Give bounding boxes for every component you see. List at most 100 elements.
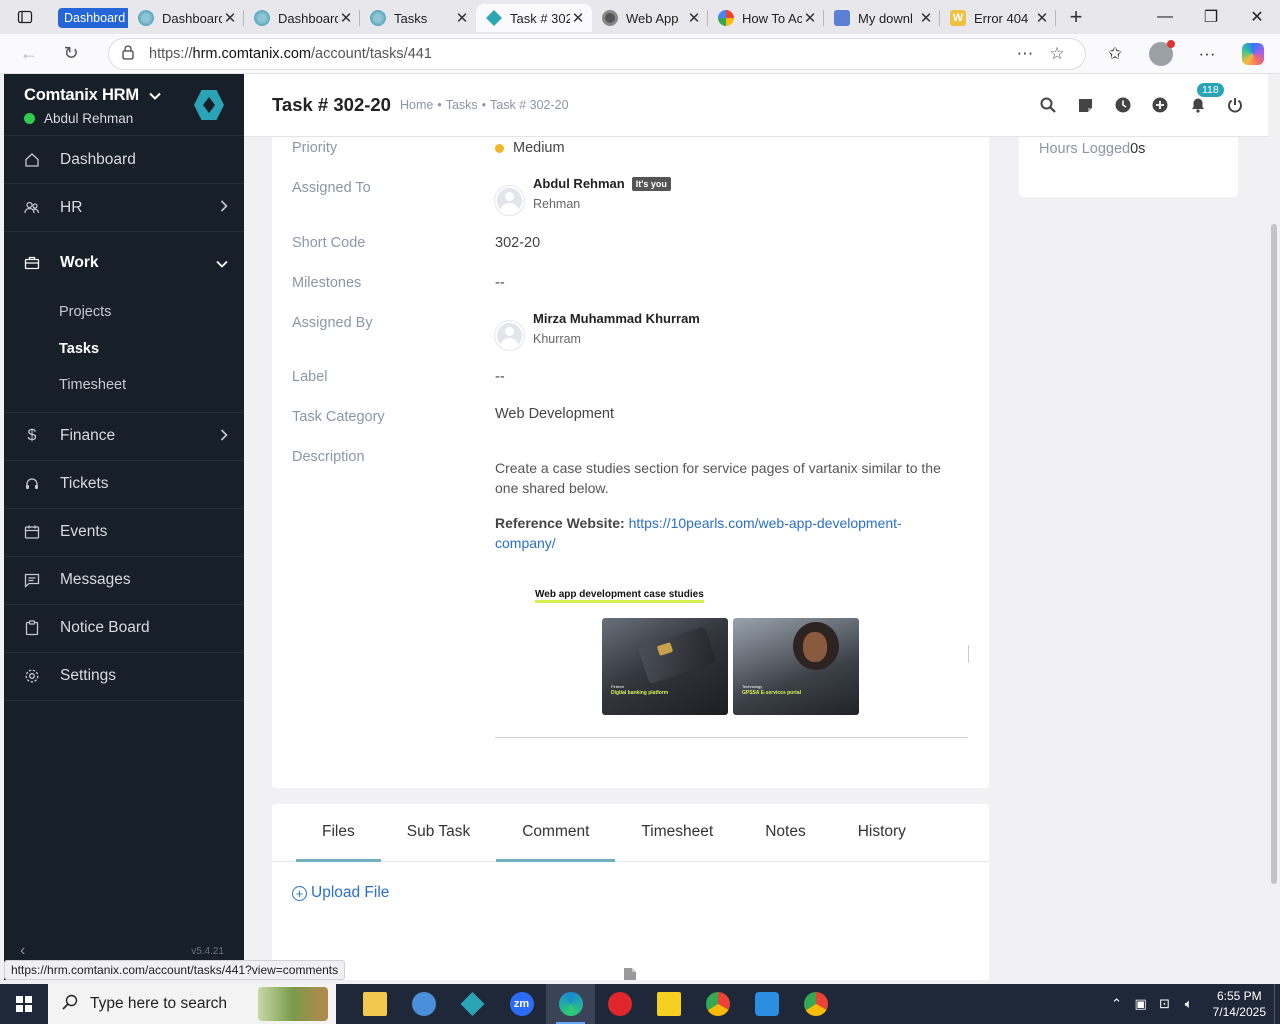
sidebar-footer: ‹ v5.4.21 xyxy=(4,942,244,962)
read-aloud-icon[interactable]: ⋯ xyxy=(1009,44,1041,64)
tab-files[interactable]: Files xyxy=(296,804,381,862)
taskbar-app-hrm[interactable] xyxy=(448,984,497,1024)
windows-taskbar: Type here to search zm ⌃ ▣ ⊡ 🔈︎ 6:55 PM … xyxy=(0,984,1280,1024)
tab-sub-task[interactable]: Sub Task xyxy=(381,804,496,862)
clock-icon xyxy=(1115,97,1131,113)
sticky-note-button[interactable] xyxy=(1067,98,1105,113)
sidebar-item-work[interactable]: Work xyxy=(4,232,244,294)
close-icon[interactable]: ✕ xyxy=(802,9,818,27)
scrollbar-thumb[interactable] xyxy=(1271,224,1277,884)
close-icon[interactable]: ✕ xyxy=(454,9,470,27)
quick-add-button[interactable] xyxy=(1142,97,1180,113)
sidebar-item-timesheet[interactable]: Timesheet xyxy=(4,367,244,404)
tab-group-dashboard[interactable]: Dashboard xyxy=(50,4,128,32)
tab-actions-button[interactable] xyxy=(0,0,50,34)
tab-actions-icon xyxy=(17,10,33,24)
sticky-notes-icon xyxy=(656,992,681,1016)
sidebar-item-notice-board[interactable]: Notice Board xyxy=(4,605,244,653)
tab-tasks[interactable]: Tasks ✕ xyxy=(360,4,476,32)
close-icon[interactable]: ✕ xyxy=(686,9,702,27)
logout-button[interactable] xyxy=(1217,97,1255,113)
sidebar-item-label: Events xyxy=(60,523,108,540)
tab-comment[interactable]: Comment xyxy=(496,804,616,862)
close-icon[interactable]: ✕ xyxy=(1034,9,1050,27)
sidebar-item-finance[interactable]: $ Finance xyxy=(4,413,244,461)
tab-dashboard-2[interactable]: Dashboard ✕ xyxy=(244,4,360,32)
tab-dashboard-1[interactable]: Dashboard ✕ xyxy=(128,4,244,32)
more-button[interactable]: ··· xyxy=(1184,44,1230,64)
copilot-button[interactable] xyxy=(1230,42,1276,65)
assigned-by-name: Mirza Muhammad Khurram xyxy=(533,311,700,326)
sidebar-item-settings[interactable]: Settings xyxy=(4,653,244,701)
timer-button[interactable] xyxy=(1104,97,1142,113)
tab-web-app[interactable]: Web App ✕ xyxy=(592,4,708,32)
short-code-value: 302-20 xyxy=(495,235,541,251)
taskbar-app-zoom[interactable]: zm xyxy=(497,984,546,1024)
url-field[interactable]: https://hrm.comtanix.com/account/tasks/4… xyxy=(108,37,1086,70)
sidebar-item-tickets[interactable]: Tickets xyxy=(4,461,244,509)
sidebar-item-messages[interactable]: Messages xyxy=(4,557,244,605)
person-info: Abdul Rehman It's you Rehman xyxy=(533,176,671,211)
favorite-star-icon[interactable]: ☆ xyxy=(1041,44,1073,64)
close-icon[interactable]: ✕ xyxy=(338,9,354,27)
favorites-button[interactable]: ✩ xyxy=(1092,44,1138,64)
assigned-by-person[interactable]: Mirza Muhammad Khurram Khurram xyxy=(495,311,700,350)
milestones-value: -- xyxy=(495,275,505,291)
taskbar-app-edge[interactable] xyxy=(546,984,595,1024)
close-icon[interactable]: ✕ xyxy=(222,9,238,27)
taskbar-clock[interactable]: 6:55 PM 7/14/2025 xyxy=(1213,988,1266,1020)
taskbar-app-vscode[interactable] xyxy=(742,984,791,1024)
chevron-down-icon xyxy=(216,256,228,271)
url-path: /account/tasks/441 xyxy=(310,45,432,62)
device-icon[interactable]: ▣ xyxy=(1129,996,1153,1012)
sidebar: Comtanix HRM Abdul Rehman Dashboard HR W… xyxy=(4,74,244,980)
taskbar-app-sticky-notes[interactable] xyxy=(644,984,693,1024)
search-button[interactable] xyxy=(1029,97,1067,113)
tab-history[interactable]: History xyxy=(832,804,932,862)
assigned-to-person[interactable]: Abdul Rehman It's you Rehman xyxy=(495,176,671,215)
close-window-button[interactable]: ✕ xyxy=(1234,0,1280,34)
new-tab-button[interactable]: + xyxy=(1056,4,1096,30)
close-icon[interactable]: ✕ xyxy=(570,9,586,27)
taskbar-app-file-explorer[interactable] xyxy=(350,984,399,1024)
taskbar-app-paint[interactable] xyxy=(399,984,448,1024)
notifications-button[interactable]: 118 xyxy=(1179,83,1224,113)
tab-how-to[interactable]: How To Ac ✕ xyxy=(708,4,824,32)
priority-dot-icon xyxy=(495,143,504,153)
breadcrumb-home[interactable]: Home xyxy=(400,98,433,112)
volume-icon[interactable]: 🔈︎ xyxy=(1177,996,1201,1012)
sidebar-header[interactable]: Comtanix HRM Abdul Rehman xyxy=(4,74,244,136)
taskbar-search[interactable]: Type here to search xyxy=(48,984,336,1024)
assigned-by-label: Assigned By xyxy=(292,315,373,331)
collapse-sidebar-icon[interactable]: ‹ xyxy=(20,942,25,960)
chevron-up-icon[interactable]: ⌃ xyxy=(1105,996,1129,1012)
tab-notes[interactable]: Notes xyxy=(739,804,832,862)
sidebar-item-hr[interactable]: HR xyxy=(4,184,244,232)
show-desktop-button[interactable] xyxy=(1274,984,1280,1024)
back-button[interactable]: ← xyxy=(8,43,50,64)
sidebar-item-events[interactable]: Events xyxy=(4,509,244,557)
upload-file-button[interactable]: + Upload File xyxy=(292,884,389,902)
restore-button[interactable]: ❐ xyxy=(1188,0,1234,34)
tab-error-404[interactable]: W Error 404 ✕ xyxy=(940,4,1056,32)
tab-task-302[interactable]: Task # 302 ✕ xyxy=(476,4,592,32)
page-scrollbar[interactable] xyxy=(1268,74,1280,980)
start-button[interactable] xyxy=(0,984,48,1024)
network-icon[interactable]: ⊡ xyxy=(1153,996,1177,1012)
taskbar-app-opera[interactable] xyxy=(595,984,644,1024)
breadcrumb-tasks[interactable]: Tasks xyxy=(446,98,478,112)
priority-text: Medium xyxy=(513,140,565,156)
tab-my-downloads[interactable]: My downl ✕ xyxy=(824,4,940,32)
sidebar-item-dashboard[interactable]: Dashboard xyxy=(4,136,244,184)
tab-timesheet[interactable]: Timesheet xyxy=(615,804,739,862)
profile-button[interactable] xyxy=(1138,39,1184,66)
sidebar-item-label: Dashboard xyxy=(60,150,136,168)
sidebar-item-tasks[interactable]: Tasks xyxy=(4,331,244,368)
sidebar-item-projects[interactable]: Projects xyxy=(4,294,244,331)
task-details-card: Priority Medium Assigned To Abdul Rehman… xyxy=(272,137,989,788)
minimize-button[interactable]: — xyxy=(1142,0,1188,34)
close-icon[interactable]: ✕ xyxy=(918,9,934,27)
taskbar-app-chrome-2[interactable] xyxy=(791,984,840,1024)
taskbar-app-chrome[interactable] xyxy=(693,984,742,1024)
refresh-button[interactable]: ↻ xyxy=(50,43,92,64)
